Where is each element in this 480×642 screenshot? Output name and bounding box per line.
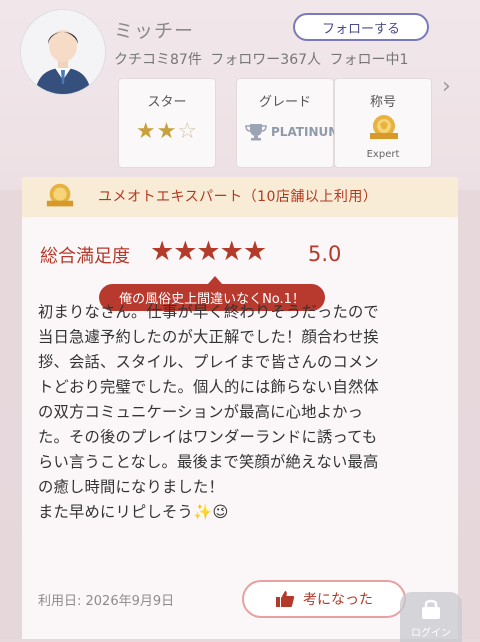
overall-satisfaction-label: 総合満足度 [40,246,130,267]
title-card: 称号 Expert [334,78,432,168]
login-button[interactable]: ログイン [400,592,462,642]
login-label: ログイン [411,628,451,639]
used-date: 利用日: 2026年9月9日 [38,594,175,609]
trophy-icon [245,124,267,141]
helpful-label: 考になった [303,592,373,608]
star-empty-icon: ☆ [177,119,199,144]
review-count[interactable]: クチコミ87件 [114,52,202,68]
user-avatar-icon [21,10,105,94]
profile-stats: クチコミ87件 フォロワー367人 フォロー中1 [114,49,426,69]
star-filled-icon: ★ [156,119,178,144]
follow-button[interactable]: フォローする [293,13,429,41]
grade-value: PLATINUM [245,123,340,141]
star-rating: ★★☆ [119,119,215,144]
title-card-title: 称号 [369,95,396,110]
follower-count[interactable]: フォロワー367人 [210,52,321,68]
star-card: スター ★★☆ [118,78,216,168]
chevron-right-icon[interactable]: › [442,74,451,99]
review-text: 初まりなさん。仕事が早く終わりそうだったので 当日急遽予約したのが大正解でした！… [38,303,379,521]
expert-badge-icon [370,115,398,139]
username: ミッチー [114,20,195,42]
lock-icon [422,599,440,619]
grade-card-title: グレード [258,95,311,110]
expert-banner-text: ユメオトエキスパート（10店舗以上利用） [98,189,378,205]
star-card-title: スター [147,95,187,110]
grade-label: PLATINUM [271,125,341,139]
expert-badge-icon [46,183,74,207]
following-count[interactable]: フォロー中1 [329,52,408,68]
overall-score: 5.0 [308,242,342,266]
overall-stars: ★★★★★ [150,236,267,267]
star-filled-icon: ★ [135,119,157,144]
grade-card: グレード PLATINUM [236,78,340,168]
thumbs-up-icon [276,591,295,607]
avatar[interactable] [20,9,106,95]
title-value: Expert [366,149,400,160]
helpful-button[interactable]: 考になった [242,580,406,618]
